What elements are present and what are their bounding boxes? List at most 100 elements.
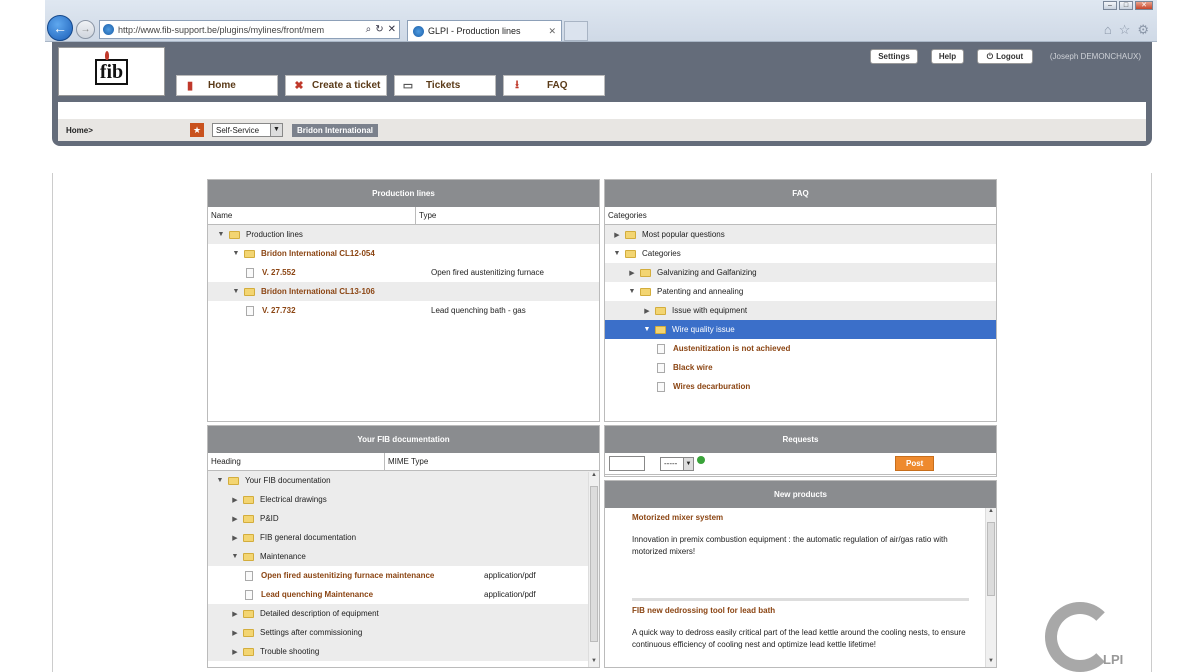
- expand-icon[interactable]: ▼: [215, 231, 227, 238]
- line-link[interactable]: Bridon International CL13-106: [261, 287, 375, 296]
- tree-row[interactable]: ▼ Maintenance: [208, 547, 599, 566]
- tree-row[interactable]: ▼ Bridon International CL12-054: [208, 244, 599, 263]
- news-list: Motorized mixer system Innovation in pre…: [605, 508, 996, 651]
- expand-icon[interactable]: ▶: [641, 307, 653, 315]
- tree-row[interactable]: Wires decarburation: [605, 377, 996, 396]
- expand-icon[interactable]: ▶: [229, 496, 241, 504]
- tree-row[interactable]: ▶ Issue with equipment: [605, 301, 996, 320]
- tree-row[interactable]: Open fired austenitizing furnace mainten…: [208, 566, 599, 585]
- scrollbar-thumb[interactable]: [987, 522, 995, 596]
- column-categories[interactable]: Categories: [605, 207, 647, 224]
- refresh-icon[interactable]: ↻: [375, 24, 383, 35]
- expand-icon[interactable]: ▼: [230, 288, 242, 295]
- expand-icon[interactable]: ▼: [611, 250, 623, 257]
- expand-icon[interactable]: ▶: [229, 534, 241, 542]
- document-icon: [245, 570, 253, 581]
- scroll-up-icon[interactable]: ▲: [589, 472, 599, 482]
- tree-row[interactable]: ▼ Production lines: [208, 225, 599, 244]
- star-icon[interactable]: ★: [190, 123, 204, 137]
- tree-row[interactable]: Lead quenching Maintenance application/p…: [208, 585, 599, 604]
- expand-icon[interactable]: ▼: [214, 477, 226, 484]
- tree-row[interactable]: V. 27.552 Open fired austenitizing furna…: [208, 263, 599, 282]
- faq-article-link[interactable]: Wires decarburation: [673, 382, 750, 391]
- faq-article-link[interactable]: Austenitization is not achieved: [673, 344, 790, 353]
- address-bar[interactable]: http://www.fib-support.be/plugins/myline…: [99, 20, 400, 39]
- minimize-icon[interactable]: –: [1103, 1, 1117, 10]
- scroll-down-icon[interactable]: ▼: [589, 658, 599, 667]
- entity-badge[interactable]: Bridon International: [292, 123, 378, 137]
- tree-row[interactable]: ▶ P&ID: [208, 509, 599, 528]
- expand-icon[interactable]: ▼: [229, 553, 241, 560]
- tree-row[interactable]: ▶ Settings after commissioning: [208, 623, 599, 642]
- tree-row[interactable]: V. 27.732 Lead quenching bath - gas: [208, 301, 599, 320]
- tree-row[interactable]: ▶ Galvanizing and Galfanizing: [605, 263, 996, 282]
- expand-icon[interactable]: ▼: [626, 288, 638, 295]
- tree-row[interactable]: ▶ Detailed description of equipment: [208, 604, 599, 623]
- column-type[interactable]: Type: [416, 207, 436, 224]
- item-link[interactable]: V. 27.552: [262, 268, 296, 277]
- document-link[interactable]: Lead quenching Maintenance: [261, 590, 373, 599]
- menu-tickets[interactable]: ▭ Tickets: [394, 75, 496, 96]
- stop-icon[interactable]: ✕: [388, 24, 396, 35]
- search-icon[interactable]: ⌕: [366, 24, 372, 35]
- add-icon[interactable]: [697, 456, 705, 464]
- expand-icon[interactable]: ▼: [641, 326, 653, 333]
- menu-create-ticket[interactable]: ✖ Create a ticket: [285, 75, 387, 96]
- breadcrumb-home[interactable]: Home>: [66, 126, 190, 135]
- new-tab-button[interactable]: [564, 21, 588, 41]
- close-window-icon[interactable]: ✕: [1135, 1, 1153, 10]
- expand-icon[interactable]: ▶: [229, 629, 241, 637]
- tree-row-selected[interactable]: ▼ Wire quality issue: [605, 320, 996, 339]
- expand-icon[interactable]: ▶: [229, 515, 241, 523]
- tree-row[interactable]: ▶ Electrical drawings: [208, 490, 599, 509]
- panel-title: Production lines: [208, 180, 599, 207]
- document-link[interactable]: Open fired austenitizing furnace mainten…: [261, 571, 434, 580]
- tree-row[interactable]: ▼ Patenting and annealing: [605, 282, 996, 301]
- profile-select[interactable]: Self-Service ▼: [212, 123, 283, 137]
- column-mime[interactable]: MIME Type: [385, 453, 428, 470]
- maximize-icon[interactable]: □: [1119, 1, 1133, 10]
- menu-home[interactable]: ▮ Home: [176, 75, 278, 96]
- scrollbar-thumb[interactable]: [590, 486, 598, 642]
- news-heading[interactable]: FIB new dedrossing tool for lead bath: [632, 605, 969, 617]
- expand-icon[interactable]: ▶: [626, 269, 638, 277]
- scrollbar[interactable]: ▲ ▼: [588, 472, 599, 667]
- expand-icon[interactable]: ▶: [229, 610, 241, 618]
- browser-tab[interactable]: GLPI - Production lines ✕: [407, 20, 562, 41]
- url-text[interactable]: http://www.fib-support.be/plugins/myline…: [118, 25, 362, 35]
- back-button[interactable]: ←: [47, 15, 73, 41]
- menu-faq[interactable]: ⭳ FAQ: [503, 75, 605, 96]
- tree-row[interactable]: ▶ Trouble shooting: [208, 642, 599, 661]
- post-button[interactable]: Post: [895, 456, 935, 471]
- item-link[interactable]: V. 27.732: [262, 306, 296, 315]
- tree-row[interactable]: ▼ Categories: [605, 244, 996, 263]
- settings-button[interactable]: Settings: [870, 49, 918, 64]
- tree-row[interactable]: ▶ Most popular questions: [605, 225, 996, 244]
- favorites-star-icon[interactable]: ☆: [1119, 22, 1131, 38]
- tree-row[interactable]: Austenitization is not achieved: [605, 339, 996, 358]
- news-heading[interactable]: Motorized mixer system: [632, 512, 969, 524]
- column-name[interactable]: Name: [208, 207, 416, 224]
- column-heading[interactable]: Heading: [208, 453, 385, 470]
- request-type-select[interactable]: ----- ▼: [660, 456, 694, 471]
- logout-button[interactable]: ⏻ Logout: [977, 49, 1033, 64]
- logo[interactable]: fib: [58, 47, 165, 96]
- scroll-down-icon[interactable]: ▼: [986, 658, 996, 667]
- help-button[interactable]: Help: [931, 49, 964, 64]
- tree-row[interactable]: Black wire: [605, 358, 996, 377]
- line-link[interactable]: Bridon International CL12-054: [261, 249, 375, 258]
- faq-article-link[interactable]: Black wire: [673, 363, 713, 372]
- expand-icon[interactable]: ▶: [229, 648, 241, 656]
- expand-icon[interactable]: ▼: [230, 250, 242, 257]
- request-input[interactable]: [609, 456, 645, 471]
- forward-button[interactable]: →: [76, 20, 95, 39]
- home-icon[interactable]: ⌂: [1104, 22, 1112, 38]
- tree-row[interactable]: ▶ FIB general documentation: [208, 528, 599, 547]
- scroll-up-icon[interactable]: ▲: [986, 508, 996, 518]
- tree-row[interactable]: ▼ Bridon International CL13-106: [208, 282, 599, 301]
- expand-icon[interactable]: ▶: [611, 231, 623, 239]
- tab-close-icon[interactable]: ✕: [548, 26, 556, 37]
- tree-row[interactable]: ▼ Your FIB documentation: [208, 471, 599, 490]
- scrollbar[interactable]: ▲ ▼: [985, 508, 996, 667]
- gear-icon[interactable]: ⚙: [1137, 22, 1149, 38]
